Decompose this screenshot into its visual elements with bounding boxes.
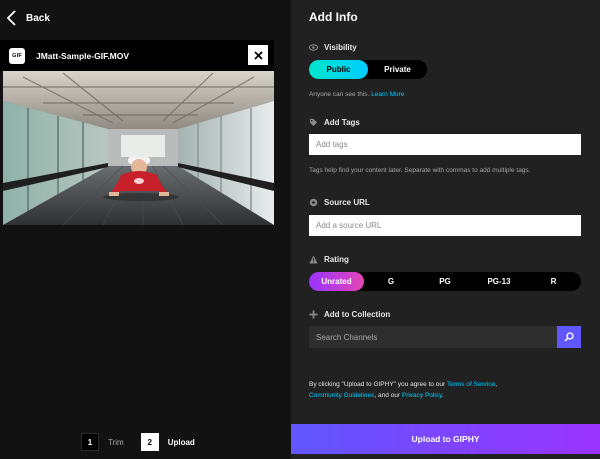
close-icon [253,50,263,60]
remove-file-button[interactable] [248,45,268,65]
community-guidelines-link[interactable]: Community Guidelines [309,392,374,399]
upload-to-giphy-button[interactable]: Upload to GIPHY [291,424,600,454]
rating-heading: Rating [309,255,349,264]
search-icon [564,332,574,342]
tag-icon [309,118,318,127]
panel-title: Add Info [309,10,358,24]
step-label: Upload [167,437,195,447]
step-label: Trim [108,437,124,447]
privacy-policy-link[interactable]: Privacy Policy [402,392,442,399]
rating-option-pg[interactable]: PG [418,272,472,291]
search-channels-input[interactable] [309,326,557,348]
warning-icon [309,255,318,264]
visibility-toggle: Public Private [309,60,427,79]
eye-icon [309,44,318,51]
learn-more-link[interactable]: Learn More [371,91,404,98]
source-url-heading: Source URL [309,198,370,207]
step-indicator: 1 Trim 2 Upload [81,433,195,451]
tags-input[interactable] [309,134,581,155]
chevron-left-icon [6,10,16,26]
visibility-hint: Anyone can see this. Learn More [309,90,404,100]
collection-label: Add to Collection [324,310,391,319]
rating-option-g[interactable]: G [364,272,418,291]
rating-option-r[interactable]: R [526,272,581,291]
terms-suffix: . [441,392,444,399]
plus-icon [309,310,318,319]
visibility-option-private[interactable]: Private [368,60,427,79]
step-number: 1 [81,433,99,451]
rating-selector: Unrated G PG PG-13 R [309,272,581,291]
terms-prefix: By clicking "Upload to GIPHY" you agree … [309,381,447,388]
gif-file-icon: GIF [9,47,25,64]
source-url-label: Source URL [324,198,370,207]
visibility-label: Visibility [324,43,357,52]
rating-option-pg13[interactable]: PG-13 [472,272,526,291]
video-frame-image [3,71,274,225]
file-name: JMatt-Sample-GIF.MOV [36,50,130,61]
rating-label: Rating [324,255,349,264]
search-button[interactable] [557,326,581,348]
link-icon [309,198,318,207]
visibility-option-public[interactable]: Public [309,60,368,79]
visibility-heading: Visibility [309,43,357,52]
back-label: Back [26,12,50,24]
video-preview [3,71,274,225]
terms-notice: By clicking "Upload to GIPHY" you agree … [309,379,589,401]
tags-hint: Tags help find your content later. Separ… [309,167,531,174]
add-info-panel: Add Info Visibility Public Private Anyon… [291,0,600,459]
step-upload[interactable]: 2 Upload [140,433,195,451]
back-button[interactable]: Back [6,10,50,26]
tags-label: Add Tags [324,118,360,127]
rating-option-unrated[interactable]: Unrated [309,272,364,291]
step-number: 2 [140,433,159,451]
step-trim[interactable]: 1 Trim [81,433,124,451]
left-panel: Back GIF JMatt-Sample-GIF.MOV 1 Trim 2 U… [0,0,290,459]
visibility-hint-text: Anyone can see this. [309,91,370,98]
terms-separator: , and our [374,392,402,399]
terms-separator: , [495,381,498,388]
collection-search [309,326,581,348]
terms-of-service-link[interactable]: Terms of Service [447,381,495,388]
file-bar: GIF JMatt-Sample-GIF.MOV [0,40,274,71]
collection-heading: Add to Collection [309,310,390,319]
tags-heading: Add Tags [309,118,360,127]
source-url-input[interactable] [309,215,581,236]
